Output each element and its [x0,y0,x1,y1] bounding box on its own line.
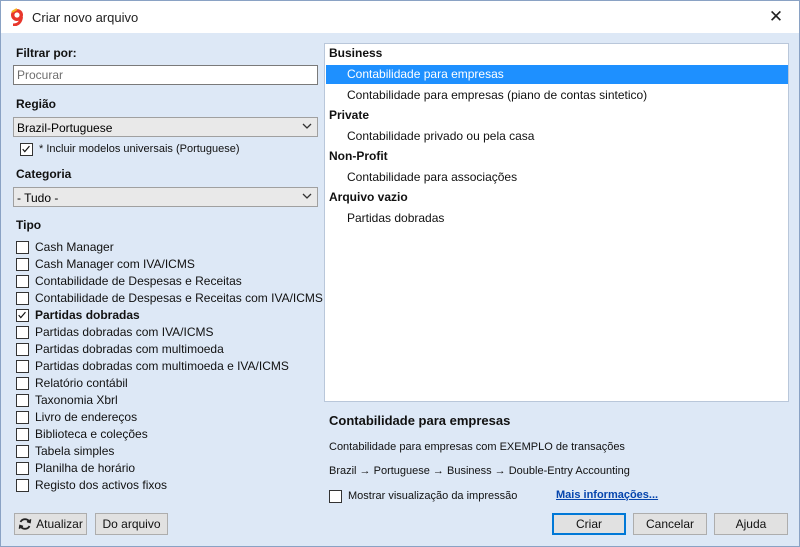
type-checkbox-item[interactable]: Contabilidade de Despesas e Receitas com… [16,290,323,306]
type-checkbox-item[interactable]: Partidas dobradas com multimoeda e IVA/I… [16,358,289,374]
template-group-header: Business [329,46,383,60]
search-input[interactable] [13,65,318,85]
include-universal-label: * Incluir modelos universais (Portuguese… [39,143,240,155]
type-checkbox-label: Partidas dobradas com IVA/ICMS [35,325,214,339]
checkbox-box[interactable] [16,461,29,475]
app-logo-icon [11,8,23,26]
template-group-header: Private [329,108,370,122]
checkbox-box[interactable] [16,393,29,407]
type-checkbox-item[interactable]: Relatório contábil [16,375,128,391]
checkbox-box[interactable] [329,489,342,503]
type-checkbox-label: Relatório contábil [35,376,128,390]
help-button[interactable]: Ajuda [714,513,788,535]
template-list-item[interactable]: Contabilidade para empresas [326,65,788,84]
chevron-down-icon [302,193,312,199]
type-checkbox-label: Registo dos activos fixos [35,478,168,492]
template-group-header: Non-Profit [329,149,388,163]
cancel-button[interactable]: Cancelar [633,513,707,535]
type-checkbox-label: Cash Manager com IVA/ICMS [35,257,195,271]
checkbox-box[interactable] [16,444,29,458]
check-icon [22,145,30,153]
checkbox-box[interactable] [16,325,29,339]
type-checkbox-label: Cash Manager [35,240,114,254]
type-label: Tipo [16,218,42,232]
type-checkbox-label: Contabilidade de Despesas e Receitas [35,274,242,288]
type-checkbox-label: Contabilidade de Despesas e Receitas com… [35,291,323,305]
detail-path: Brazil → Portuguese → Business → Double-… [329,465,630,477]
template-list[interactable]: Business Contabilidade para empresas Conta… [324,43,789,402]
type-checkbox-label: Tabela simples [35,444,115,458]
region-label: Região [16,97,57,111]
detail-description: Contabilidade para empresas com EXEMPLO … [329,441,625,453]
checkbox-box[interactable] [16,308,29,322]
checkbox-box[interactable] [16,376,29,390]
region-select[interactable]: Brazil-Portuguese [13,117,318,137]
type-checkbox-label: Partidas dobradas [35,308,140,322]
category-select-value: - Tudo - [17,191,59,205]
filter-label: Filtrar por: [16,46,77,60]
template-list-item[interactable]: Partidas dobradas [326,209,788,228]
checkbox-box[interactable] [16,359,29,373]
type-checkbox-item[interactable]: Contabilidade de Despesas e Receitas [16,273,242,289]
template-list-item[interactable]: Contabilidade privado ou pela casa [326,127,788,146]
type-checkbox-item[interactable]: Cash Manager [16,239,114,255]
category-label: Categoria [16,167,72,181]
checkbox-box[interactable] [20,142,33,156]
checkbox-box[interactable] [16,274,29,288]
check-icon [18,311,26,319]
type-checkbox-item[interactable]: Tabela simples [16,443,114,459]
template-group-header: Arquivo vazio [329,190,408,204]
type-checkbox-item[interactable]: Partidas dobradas com multimoeda [16,341,224,357]
title-bar: Criar novo arquivo ✕ [1,1,799,33]
template-list-item[interactable]: Contabilidade para associações [326,168,788,187]
type-checkbox-label: Livro de endereços [35,410,138,424]
refresh-button-label: Atualizar [36,517,83,531]
close-button[interactable]: ✕ [753,1,799,33]
type-checkbox-label: Planilha de horário [35,461,136,475]
create-button[interactable]: Criar [552,513,626,535]
type-checkbox-item[interactable]: Planilha de horário [16,460,135,476]
more-info-link[interactable]: Mais informações... [556,489,658,501]
print-preview-label: Mostrar visualização da impressão [348,490,518,502]
create-file-dialog: Criar novo arquivo ✕ Filtrar por: Região… [0,0,800,547]
type-checkbox-item[interactable]: Partidas dobradas [16,307,140,323]
window-title: Criar novo arquivo [32,10,139,25]
from-file-button[interactable]: Do arquivo [95,513,168,535]
checkbox-box[interactable] [16,410,29,424]
checkbox-box[interactable] [16,478,29,492]
refresh-button[interactable]: Atualizar [14,513,87,535]
category-select[interactable]: - Tudo - [13,187,318,207]
refresh-icon [18,518,32,530]
type-checkbox-item[interactable]: Livro de endereços [16,409,137,425]
type-checkbox-item[interactable]: Taxonomia Xbrl [16,392,118,408]
type-checkbox-label: Partidas dobradas com multimoeda e IVA/I… [35,359,289,373]
type-checkbox-item[interactable]: Registo dos activos fixos [16,477,167,493]
type-checkbox-item[interactable]: Cash Manager com IVA/ICMS [16,256,195,272]
checkbox-box[interactable] [16,257,29,271]
type-checkbox-label: Partidas dobradas com multimoeda [35,342,224,356]
type-checkbox-item[interactable]: Partidas dobradas com IVA/ICMS [16,324,214,340]
checkbox-box[interactable] [16,427,29,441]
include-universal-checkbox[interactable]: * Incluir modelos universais (Portuguese… [20,141,240,157]
checkbox-box[interactable] [16,342,29,356]
template-list-item[interactable]: Contabilidade para empresas (piano de co… [326,86,788,105]
checkbox-box[interactable] [16,291,29,305]
print-preview-checkbox[interactable]: Mostrar visualização da impressão [329,488,517,504]
region-select-value: Brazil-Portuguese [17,121,113,135]
checkbox-box[interactable] [16,240,29,254]
type-checkbox-label: Taxonomia Xbrl [35,393,118,407]
type-checkbox-item[interactable]: Biblioteca e coleções [16,426,148,442]
type-checkbox-label: Biblioteca e coleções [35,427,148,441]
close-icon: ✕ [768,7,784,26]
detail-title: Contabilidade para empresas [329,413,511,428]
chevron-down-icon [302,123,312,129]
